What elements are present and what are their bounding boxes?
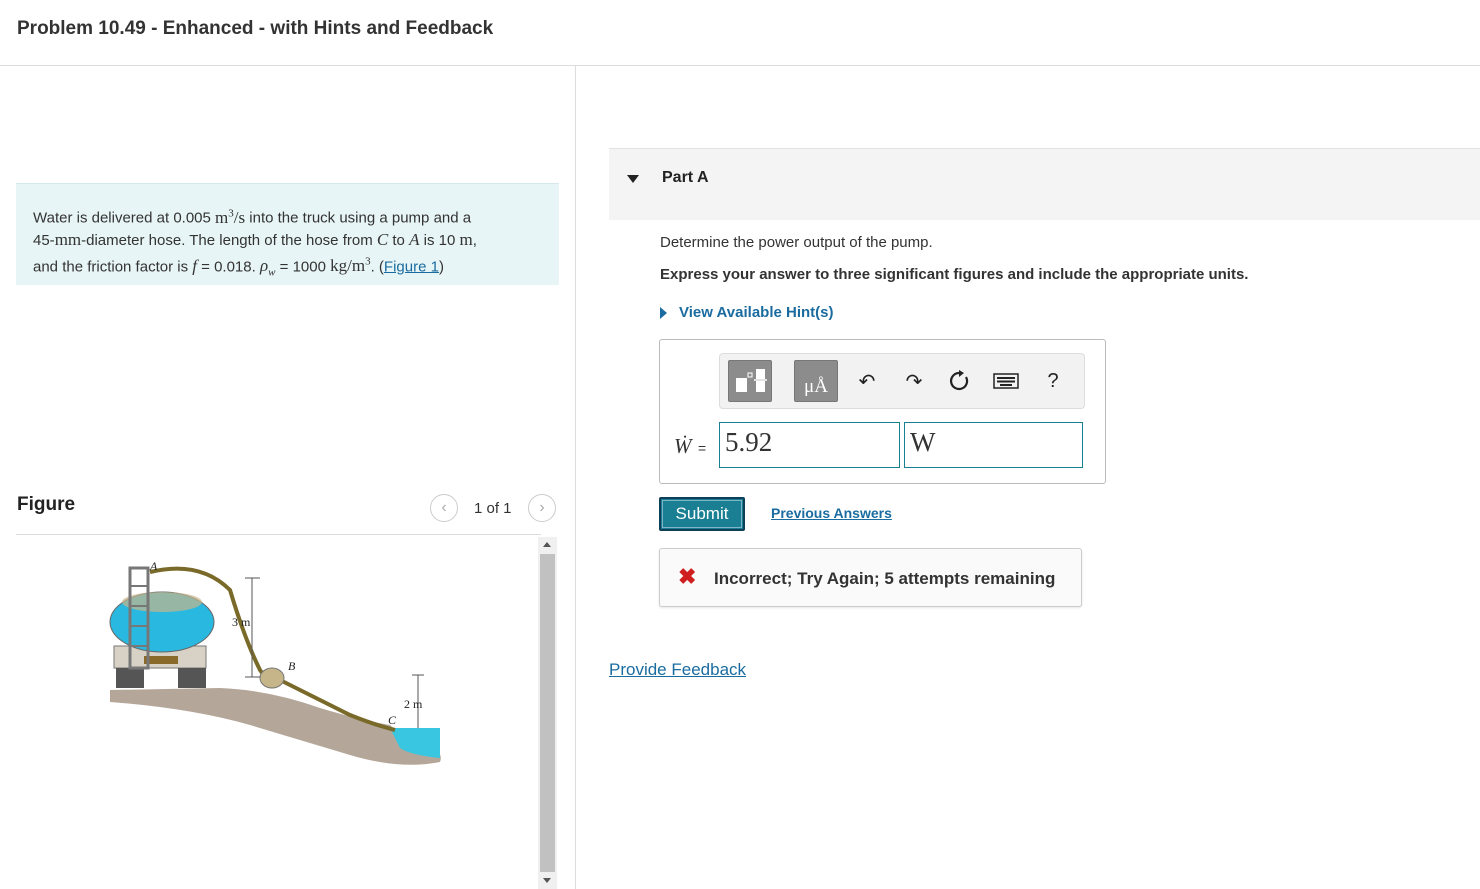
submit-button[interactable]: Submit xyxy=(659,497,745,531)
problem-text-part: Water is delivered at 0.005 xyxy=(33,209,216,227)
math-variable: C xyxy=(376,230,389,250)
problem-text-part: = 1000 xyxy=(275,258,331,276)
problem-text-part: into the truck using a pump and a xyxy=(245,209,472,227)
scroll-down-icon[interactable] xyxy=(543,878,551,883)
chevron-right-icon: › xyxy=(539,499,545,516)
math-unit: kg/m3 xyxy=(330,255,371,276)
figure-image: A B C 3 m 2 m xyxy=(109,559,441,765)
help-icon[interactable]: ? xyxy=(1040,368,1066,394)
value-input[interactable]: 5.92 xyxy=(719,422,900,468)
problem-text-part: to xyxy=(388,232,410,250)
template-button[interactable] xyxy=(728,360,772,402)
variable-label: Ẇ xyxy=(674,434,692,458)
page-title: Problem 10.49 - Enhanced - with Hints an… xyxy=(17,18,494,39)
caret-right-icon xyxy=(660,306,667,319)
pane-divider xyxy=(575,66,576,889)
problem-text-part: . ( xyxy=(370,258,384,276)
figure-pager: 1 of 1 xyxy=(474,500,512,517)
keyboard-icon[interactable] xyxy=(992,368,1020,394)
math-unit: m3/s xyxy=(215,207,246,227)
figure-link[interactable]: Figure 1 xyxy=(384,258,439,275)
problem-text-part: -diameter hose. The length of the hose f… xyxy=(81,232,377,250)
figure-scrollbar[interactable] xyxy=(538,537,557,889)
caret-down-icon[interactable] xyxy=(627,175,639,183)
figure-next-button[interactable]: › xyxy=(528,494,556,522)
scrollbar-thumb[interactable] xyxy=(540,554,555,872)
feedback-message: ✖ Incorrect; Try Again; 5 attempts remai… xyxy=(659,548,1082,607)
truck-wheel xyxy=(178,668,206,688)
height-label-3m: 3 m xyxy=(232,615,251,629)
units-button[interactable]: μÅ xyxy=(794,360,838,402)
hint-label[interactable]: View Available Hint(s) xyxy=(679,304,834,321)
label-a: A xyxy=(149,559,158,573)
figure-heading: Figure xyxy=(17,494,76,515)
problem-text-part: ) xyxy=(438,258,444,276)
scroll-up-icon[interactable] xyxy=(543,542,551,547)
part-a-header[interactable]: Part A xyxy=(609,148,1480,220)
chevron-left-icon: ‹ xyxy=(441,499,447,516)
undo-icon[interactable]: ↶ xyxy=(854,368,880,394)
height-label-2m: 2 m xyxy=(404,697,423,711)
problem-text: Water is delivered at 0.005 m3/s into th… xyxy=(33,203,538,284)
problem-text-part: , xyxy=(472,232,477,250)
math-unit: mm xyxy=(54,230,82,250)
problem-text-part: and the friction factor is xyxy=(33,258,193,276)
math-variable: A xyxy=(409,230,420,250)
view-hints-link[interactable]: View Available Hint(s) xyxy=(660,304,834,321)
pump xyxy=(259,667,285,689)
truck-wheel xyxy=(116,668,144,688)
figure-prev-button[interactable]: ‹ xyxy=(430,494,458,522)
instruction-text: Express your answer to three significant… xyxy=(660,266,1249,283)
problem-text-part: = 0.018. xyxy=(196,258,260,276)
label-b: B xyxy=(288,659,296,673)
redo-icon[interactable]: ↷ xyxy=(901,368,927,394)
template-icon xyxy=(736,369,767,392)
equals-sign: = xyxy=(698,440,707,456)
problem-statement: Water is delivered at 0.005 m3/s into th… xyxy=(16,183,559,285)
part-a-title: Part A xyxy=(662,169,709,186)
figure-divider xyxy=(16,534,541,535)
header-divider xyxy=(0,65,1480,66)
problem-text-part: is 10 xyxy=(419,232,460,250)
question-text: Determine the power output of the pump. xyxy=(660,234,933,251)
feedback-text: Incorrect; Try Again; 5 attempts remaini… xyxy=(714,569,1056,588)
label-c: C xyxy=(388,713,397,727)
reset-icon[interactable] xyxy=(946,368,972,394)
answer-box: μÅ ↶ ↷ ? Ẇ = 5.92 W xyxy=(659,339,1106,484)
tank-top xyxy=(122,592,202,612)
problem-text-part: 45- xyxy=(33,232,55,250)
previous-answers-link[interactable]: Previous Answers xyxy=(771,505,892,521)
incorrect-icon: ✖ xyxy=(678,564,697,589)
provide-feedback-link[interactable]: Provide Feedback xyxy=(609,660,746,680)
math-toolbar: μÅ ↶ ↷ ? xyxy=(719,353,1085,409)
unit-input[interactable]: W xyxy=(904,422,1083,468)
math-unit: m xyxy=(459,230,473,250)
math-variable: ρw xyxy=(259,256,276,279)
